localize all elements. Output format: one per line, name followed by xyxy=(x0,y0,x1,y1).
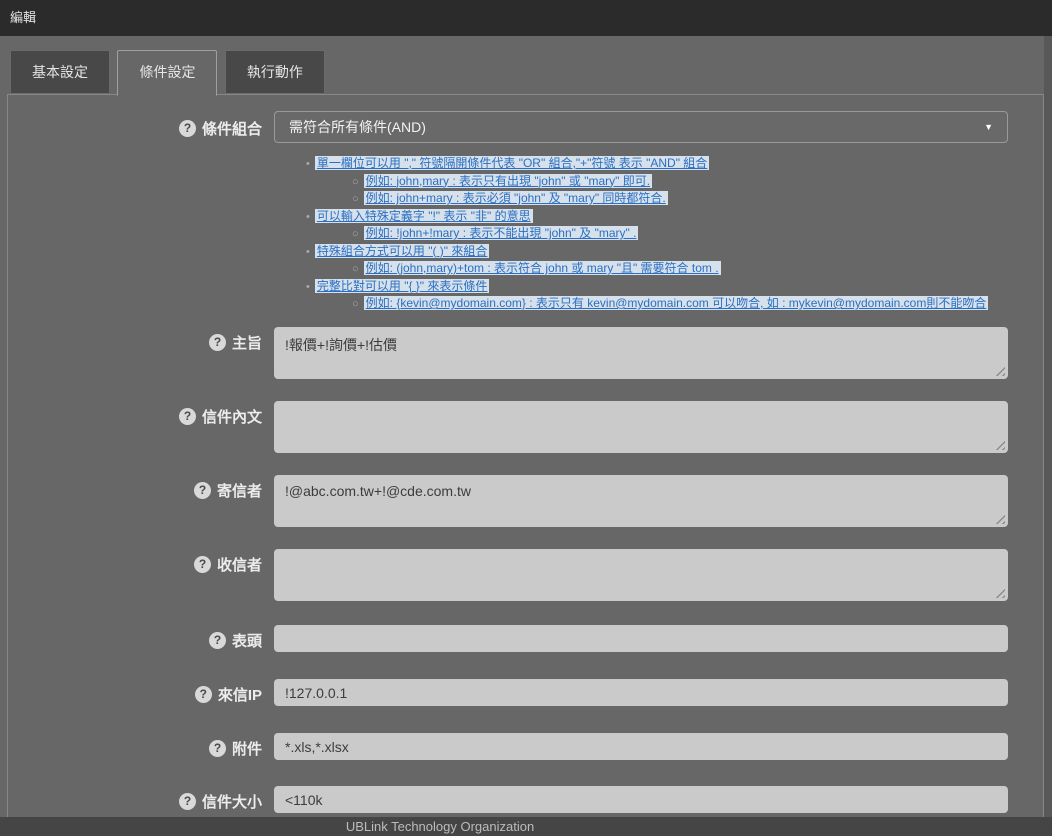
bullet-icon: • xyxy=(306,209,310,226)
help-line: •完整比對可以用 "{ }" 來表示條件 xyxy=(300,278,1020,296)
bullet-icon: ○ xyxy=(352,296,359,313)
window-title-bar: 編輯 xyxy=(0,0,1052,36)
help-line: ○例如: {kevin@mydomain.com} : 表示只有 kevin@m… xyxy=(300,295,1020,313)
bullet-icon: • xyxy=(306,244,310,261)
help-line: ○例如: john,mary : 表示只有出現 "john" 或 "mary" … xyxy=(300,173,1020,191)
tab-basic-settings[interactable]: 基本設定 xyxy=(10,50,110,94)
bullet-icon: ○ xyxy=(352,226,359,243)
footer-bar: UBLink Technology Organization xyxy=(0,817,1052,836)
help-line: •特殊組合方式可以用 "( )" 來組合 xyxy=(300,243,1020,261)
bullet-icon: ○ xyxy=(352,191,359,208)
syntax-help-block: •單一欄位可以用 "," 符號隔開條件代表 "OR" 組合,"+"符號 表示 "… xyxy=(300,155,1020,313)
bullet-icon: ○ xyxy=(352,261,359,278)
help-line: •可以輸入特殊定義字 "!" 表示 "非" 的意思 xyxy=(300,208,1020,226)
tab-execute-actions[interactable]: 執行動作 xyxy=(225,50,325,94)
bullet-icon: ○ xyxy=(352,174,359,191)
help-line: ○例如: !john+!mary : 表示不能出現 "john" 及 "mary… xyxy=(300,225,1020,243)
footer-text: UBLink Technology Organization xyxy=(0,817,880,836)
bullet-icon: • xyxy=(306,156,310,173)
tab-condition-settings[interactable]: 條件設定 xyxy=(117,50,217,96)
page-title: 編輯 xyxy=(10,10,36,25)
help-line: •單一欄位可以用 "," 符號隔開條件代表 "OR" 組合,"+"符號 表示 "… xyxy=(300,155,1020,173)
right-edge-strip xyxy=(1044,36,1052,817)
help-line: ○例如: (john,mary)+tom : 表示符合 john 或 mary … xyxy=(300,260,1020,278)
help-line: ○例如: john+mary : 表示必須 "john" 及 "mary" 同時… xyxy=(300,190,1020,208)
bullet-icon: • xyxy=(306,279,310,296)
tab-bar: 基本設定 條件設定 執行動作 xyxy=(10,50,328,95)
